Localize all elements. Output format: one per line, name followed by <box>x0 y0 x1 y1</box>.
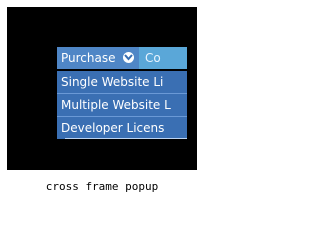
menu: Purchase Co Single Website Li Multiple W… <box>57 47 187 141</box>
submenu-item-label: Developer Licens <box>61 121 165 135</box>
submenu-item-multiple-website[interactable]: Multiple Website L <box>57 94 187 116</box>
caption: cross frame popup <box>45 180 159 193</box>
submenu-item-single-website[interactable]: Single Website Li <box>57 71 187 93</box>
menu-item-co[interactable]: Co <box>139 47 187 69</box>
submenu-item-label: Multiple Website L <box>61 98 171 112</box>
submenu-item-developer-license[interactable]: Developer Licens <box>57 117 187 139</box>
submenu-bottom-line <box>65 138 187 139</box>
purchase-submenu: Single Website Li Multiple Website L Dev… <box>57 70 187 141</box>
menu-item-label: Co <box>145 51 161 65</box>
submenu-item-label: Single Website Li <box>61 75 164 89</box>
menu-bar: Purchase Co <box>57 47 187 69</box>
chevron-down-icon <box>123 52 134 63</box>
menu-item-purchase[interactable]: Purchase <box>57 47 139 69</box>
menu-item-label: Purchase <box>61 51 116 65</box>
popup-frame: Purchase Co Single Website Li Multiple W… <box>7 7 197 170</box>
